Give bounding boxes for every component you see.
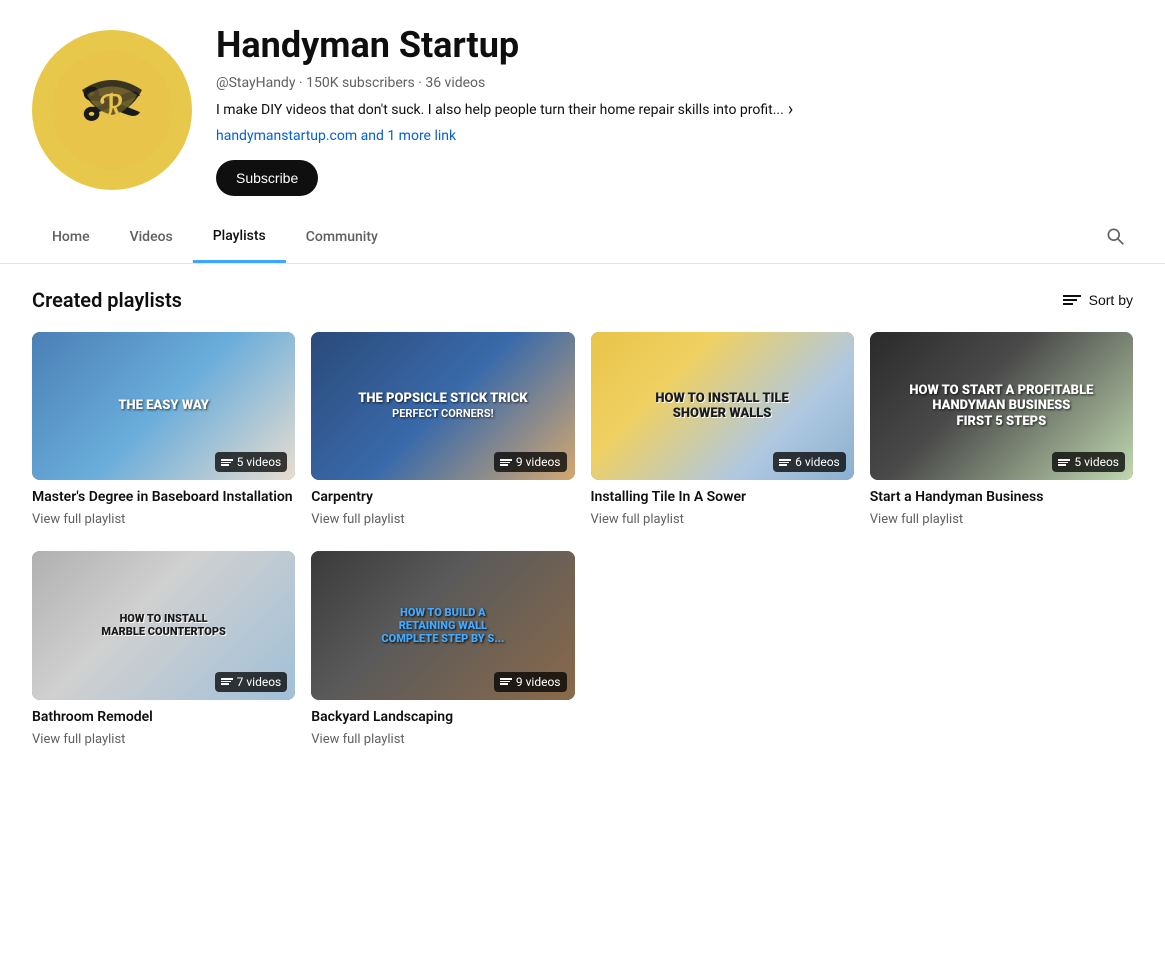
nav-tabs: Home Videos Playlists Community bbox=[0, 212, 1165, 264]
channel-links[interactable]: handymanstartup.com and 1 more link bbox=[216, 128, 1133, 144]
playlist-list-icon-4 bbox=[1058, 459, 1070, 466]
section-title: Created playlists bbox=[32, 288, 182, 312]
tab-community[interactable]: Community bbox=[286, 213, 398, 263]
playlists-section: Created playlists Sort by THE EASY WAY 5… bbox=[0, 264, 1165, 771]
search-icon[interactable] bbox=[1097, 218, 1133, 258]
playlist-list-icon-6 bbox=[500, 678, 512, 685]
channel-description: I make DIY videos that don't suck. I als… bbox=[216, 99, 1133, 120]
video-count-badge-4: 5 videos bbox=[1052, 452, 1125, 472]
playlist-title-2: Carpentry bbox=[311, 488, 574, 506]
playlist-card-3[interactable]: HOW TO INSTALL TILEShower Walls 6 videos… bbox=[591, 332, 854, 527]
playlist-link-4[interactable]: View full playlist bbox=[870, 512, 963, 527]
playlist-link-1[interactable]: View full playlist bbox=[32, 512, 125, 527]
video-count-badge-2: 9 videos bbox=[494, 452, 567, 472]
playlist-thumb-4[interactable]: How to Start a Profitable Handyman Busin… bbox=[870, 332, 1133, 480]
playlist-thumb-3[interactable]: HOW TO INSTALL TILEShower Walls 6 videos bbox=[591, 332, 854, 480]
playlist-card-1[interactable]: THE EASY WAY 5 videos Master's Degree in… bbox=[32, 332, 295, 527]
playlist-card-4[interactable]: How to Start a Profitable Handyman Busin… bbox=[870, 332, 1133, 527]
channel-header: ✂ ℛ Handyman Startup @StayHandy · 150K s… bbox=[0, 0, 1165, 212]
playlist-list-icon-3 bbox=[779, 459, 791, 466]
channel-handle: @StayHandy bbox=[216, 75, 295, 91]
channel-video-count: 36 videos bbox=[425, 75, 485, 91]
playlist-title-4: Start a Handyman Business bbox=[870, 488, 1133, 506]
sort-by-label: Sort by bbox=[1089, 292, 1133, 308]
svg-text:ℛ: ℛ bbox=[99, 89, 125, 125]
playlist-title-5: Bathroom Remodel bbox=[32, 708, 295, 726]
playlist-link-2[interactable]: View full playlist bbox=[311, 512, 404, 527]
playlist-list-icon-1 bbox=[221, 459, 233, 466]
tab-videos[interactable]: Videos bbox=[110, 213, 193, 263]
channel-name: Handyman Startup bbox=[216, 24, 1133, 67]
video-count-badge-5: 7 videos bbox=[215, 672, 288, 692]
playlist-thumb-5[interactable]: HOW TO INSTALLMARBLE COUNTERTOPS 7 video… bbox=[32, 551, 295, 699]
channel-meta: @StayHandy · 150K subscribers · 36 video… bbox=[216, 75, 1133, 91]
sort-icon bbox=[1063, 295, 1081, 305]
video-count-badge-1: 5 videos bbox=[215, 452, 288, 472]
video-count-badge-3: 6 videos bbox=[773, 452, 846, 472]
playlist-thumb-2[interactable]: THE POPSICLE STICK TRICKPerfect corners!… bbox=[311, 332, 574, 480]
playlist-thumb-6[interactable]: How to Build aRETAINING WALLComplete Ste… bbox=[311, 551, 574, 699]
sort-by-button[interactable]: Sort by bbox=[1063, 292, 1133, 308]
section-header: Created playlists Sort by bbox=[32, 288, 1133, 312]
playlist-link-3[interactable]: View full playlist bbox=[591, 512, 684, 527]
expand-description-icon[interactable]: › bbox=[788, 99, 793, 120]
subscribe-button[interactable]: Subscribe bbox=[216, 160, 318, 196]
playlists-grid-row1: THE EASY WAY 5 videos Master's Degree in… bbox=[32, 332, 1133, 527]
channel-info: Handyman Startup @StayHandy · 150K subsc… bbox=[216, 24, 1133, 196]
playlist-title-3: Installing Tile In A Sower bbox=[591, 488, 854, 506]
playlist-thumb-1[interactable]: THE EASY WAY 5 videos bbox=[32, 332, 295, 480]
playlist-list-icon-5 bbox=[221, 678, 233, 685]
playlist-title-1: Master's Degree in Baseboard Installatio… bbox=[32, 488, 295, 506]
playlist-list-icon-2 bbox=[500, 459, 512, 466]
playlist-link-5[interactable]: View full playlist bbox=[32, 732, 125, 747]
playlists-grid-row2: HOW TO INSTALLMARBLE COUNTERTOPS 7 video… bbox=[32, 551, 1133, 746]
playlist-link-6[interactable]: View full playlist bbox=[311, 732, 404, 747]
tab-home[interactable]: Home bbox=[32, 213, 110, 263]
playlist-title-6: Backyard Landscaping bbox=[311, 708, 574, 726]
playlist-card-6[interactable]: How to Build aRETAINING WALLComplete Ste… bbox=[311, 551, 574, 746]
channel-avatar[interactable]: ✂ ℛ bbox=[32, 30, 192, 190]
tab-playlists[interactable]: Playlists bbox=[193, 212, 286, 263]
video-count-badge-6: 9 videos bbox=[494, 672, 567, 692]
channel-subscribers: 150K subscribers bbox=[306, 75, 415, 91]
playlist-card-5[interactable]: HOW TO INSTALLMARBLE COUNTERTOPS 7 video… bbox=[32, 551, 295, 746]
playlist-card-2[interactable]: THE POPSICLE STICK TRICKPerfect corners!… bbox=[311, 332, 574, 527]
